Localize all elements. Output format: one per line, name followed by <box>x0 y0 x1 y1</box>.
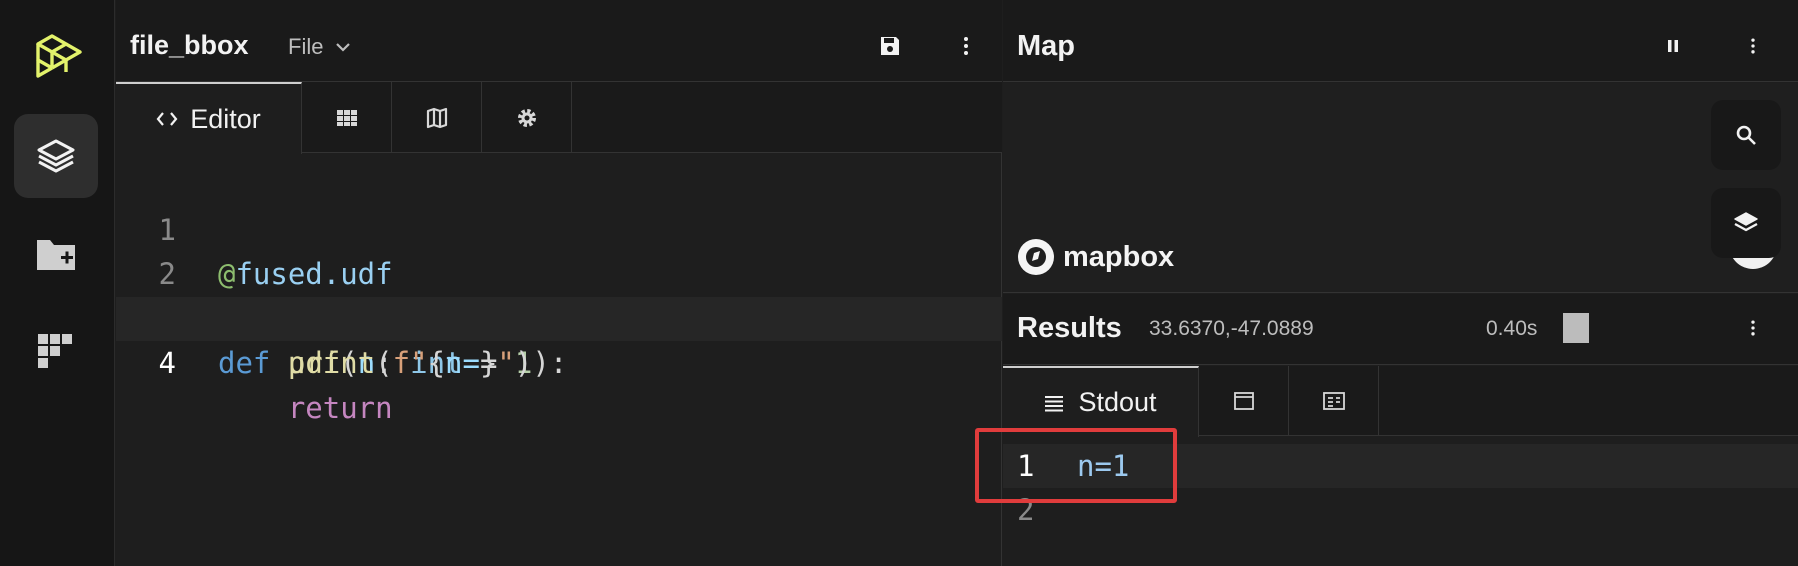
pause-icon[interactable] <box>1663 36 1683 56</box>
tab-editor[interactable]: Editor <box>116 82 302 154</box>
table-icon <box>1322 392 1345 410</box>
search-icon <box>1734 123 1758 147</box>
code-text: print(f"{n=}") <box>287 346 533 380</box>
editor-header: file_bbox File <box>116 0 1002 82</box>
status-indicator <box>1563 313 1589 343</box>
map-canvas[interactable]: mapbox <box>1003 83 1798 293</box>
layers-icon <box>1733 210 1759 236</box>
code-icon <box>156 111 178 127</box>
layers-icon <box>35 135 77 177</box>
mapbox-wordmark: mapbox <box>1063 240 1175 273</box>
more-vertical-icon[interactable] <box>1743 36 1763 56</box>
map-title: Map <box>1017 30 1075 62</box>
code-line: 1 @fused.udf <box>116 163 1002 292</box>
blocks-icon <box>36 332 76 372</box>
tab-editor-label: Editor <box>190 103 261 134</box>
rail-blocks-button[interactable] <box>14 310 98 394</box>
file-menu-label: File <box>288 34 324 59</box>
tab-map[interactable] <box>392 82 482 153</box>
tab-stdout[interactable]: Stdout <box>1003 366 1199 437</box>
rail-add-folder-button[interactable] <box>14 212 98 296</box>
code-line-current: 4 return <box>116 296 1002 425</box>
folder-add-icon <box>35 234 77 274</box>
tab-stdout-label: Stdout <box>1078 387 1157 417</box>
highlight-annotation-box <box>975 428 1177 503</box>
results-header: Results 33.6370,-47.0889 0.40s <box>1003 294 1798 365</box>
tab-window[interactable] <box>1199 366 1289 436</box>
file-menu-button[interactable]: File <box>288 34 351 60</box>
map-icon <box>426 107 448 129</box>
udf-title[interactable]: file_bbox <box>130 30 249 61</box>
results-tabs: Stdout <box>1003 366 1798 437</box>
code-line: 3 print(f"{n=}") <box>116 252 1002 381</box>
window-icon <box>1233 392 1254 410</box>
editor-pane: file_bbox File Editor 1 @fused.udf 2 def… <box>116 0 1002 566</box>
results-title: Results <box>1017 312 1122 344</box>
left-rail <box>0 0 115 566</box>
tab-settings[interactable] <box>482 82 572 153</box>
map-search-button[interactable] <box>1711 100 1781 170</box>
rail-layers-button[interactable] <box>14 114 98 198</box>
mapbox-attribution[interactable]: mapbox <box>1017 238 1174 276</box>
chevron-down-icon <box>335 42 351 52</box>
line-number: 4 <box>158 346 176 380</box>
map-header: Map <box>1003 0 1798 82</box>
results-coords: 33.6370,-47.0889 <box>1149 317 1314 340</box>
code-text: return <box>287 390 393 425</box>
more-vertical-icon[interactable] <box>1743 318 1763 338</box>
results-time: 0.40s <box>1486 317 1538 340</box>
grid-icon <box>336 109 358 127</box>
logo-icon[interactable] <box>28 28 84 84</box>
more-vertical-icon[interactable] <box>954 34 978 58</box>
editor-tabs: Editor <box>116 82 1002 154</box>
list-icon <box>1044 394 1064 412</box>
code-editor[interactable]: 1 @fused.udf 2 def udf(n: int = 1): 3 pr… <box>116 163 1002 425</box>
mapbox-logo-icon <box>1017 238 1055 276</box>
tab-table[interactable] <box>1289 366 1379 436</box>
settings-icon <box>516 107 538 129</box>
tab-grid[interactable] <box>302 82 392 153</box>
save-icon[interactable] <box>878 34 902 58</box>
map-layers-button[interactable] <box>1711 188 1781 258</box>
code-line: 2 def udf(n: int = 1): <box>116 208 1002 380</box>
